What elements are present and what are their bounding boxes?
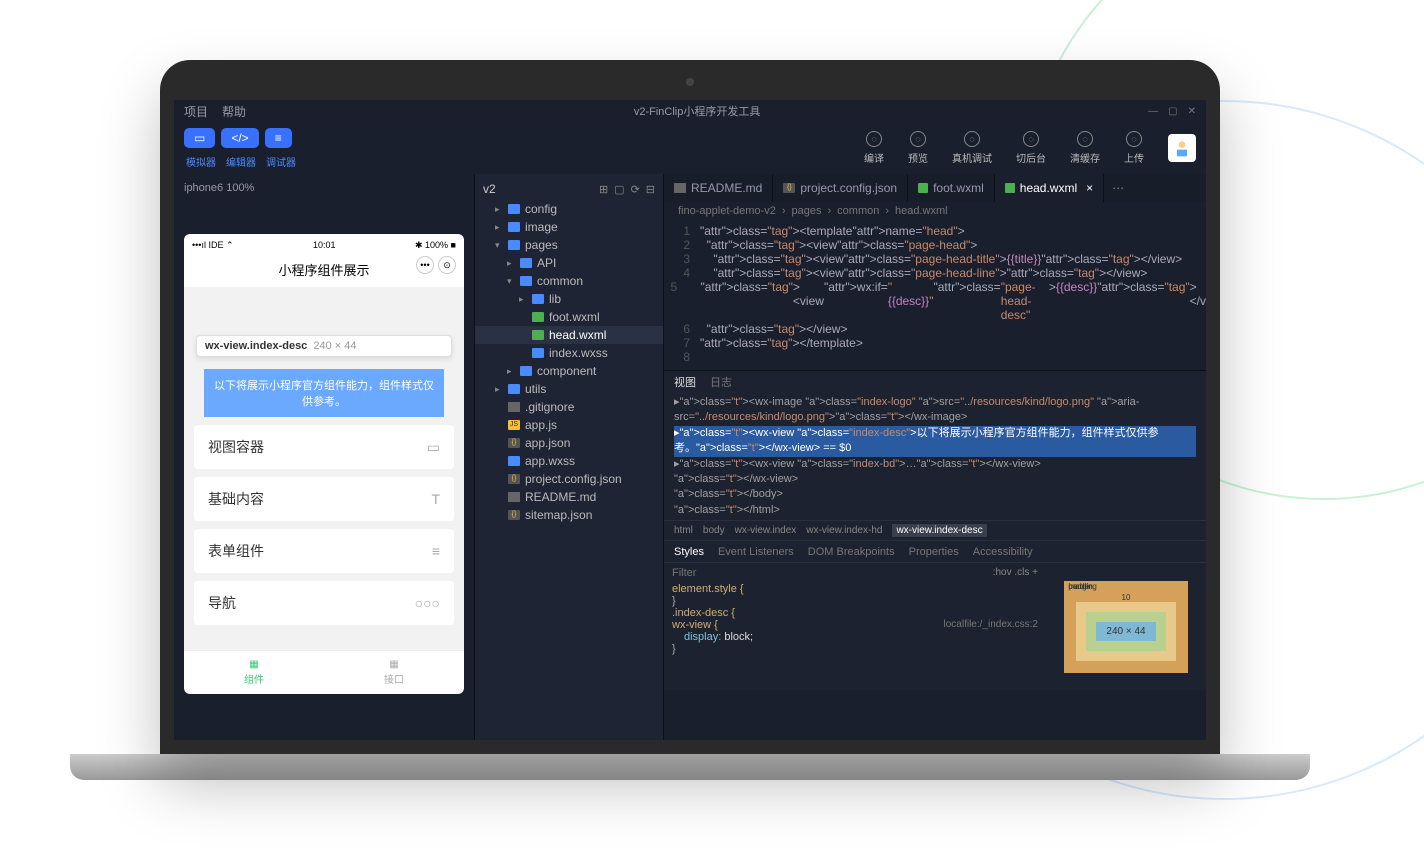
- styles-tab[interactable]: Properties: [909, 546, 959, 558]
- project-root[interactable]: v2: [483, 182, 496, 196]
- file-tree-item[interactable]: {}app.json: [475, 434, 663, 452]
- menu-help[interactable]: 帮助: [222, 103, 246, 120]
- window-title: v2-FinClip小程序开发工具: [260, 103, 1134, 119]
- minimize-icon[interactable]: —: [1148, 106, 1158, 117]
- capsule-menu-icon[interactable]: •••: [416, 256, 434, 274]
- editor-panel: README.md{}project.config.jsonfoot.wxmlh…: [664, 174, 1206, 740]
- file-tree-item[interactable]: ▸lib: [475, 290, 663, 308]
- simulator-device[interactable]: iphone6 100%: [184, 182, 464, 194]
- phone-statusbar: •••ıl IDE ⌃ 10:01 ✱ 100% ■: [184, 234, 464, 256]
- dom-node[interactable]: ▸"a">class="t"><wx-view "a">class="index…: [674, 457, 1196, 472]
- ide-window: 项目 帮助 v2-FinClip小程序开发工具 — ▢ ✕ ▭ </> ≡: [174, 100, 1206, 740]
- toolbar: ▭ </> ≡ 模拟器 编辑器 调试器 ◌编译◌预览◌真机调试◌切后台◌清缓存◌…: [174, 122, 1206, 174]
- refresh-icon[interactable]: ⟳: [631, 183, 640, 196]
- toolbar-upload-button[interactable]: ◌上传: [1124, 131, 1144, 165]
- file-tree-item[interactable]: ▸utils: [475, 380, 663, 398]
- devtools-panel: 视图 日志 ▸"a">class="t"><wx-image "a">class…: [664, 370, 1206, 690]
- file-tree-item[interactable]: ▾common: [475, 272, 663, 290]
- file-tree-item[interactable]: {}sitemap.json: [475, 506, 663, 524]
- menu-project[interactable]: 项目: [184, 103, 208, 120]
- toolbar-compile-button[interactable]: ◌编译: [864, 131, 884, 165]
- editor-breadcrumb[interactable]: fino-applet-demo-v2›pages›common›head.wx…: [664, 202, 1206, 220]
- capsule-close-icon[interactable]: ⊙: [438, 256, 456, 274]
- file-tree-item[interactable]: index.wxss: [475, 344, 663, 362]
- styles-filter-meta[interactable]: :hov .cls +: [993, 567, 1038, 579]
- collapse-icon[interactable]: ⊟: [646, 183, 655, 196]
- laptop-frame: 项目 帮助 v2-FinClip小程序开发工具 — ▢ ✕ ▭ </> ≡: [160, 60, 1220, 780]
- file-tree-item[interactable]: ▸API: [475, 254, 663, 272]
- list-item[interactable]: 视图容器▭: [194, 425, 454, 469]
- phone-tab[interactable]: ▦组件: [184, 651, 324, 694]
- label-editor: 编辑器: [224, 154, 258, 169]
- file-tree-item[interactable]: head.wxml: [475, 326, 663, 344]
- dom-node[interactable]: "a">class="t"></html>: [674, 503, 1196, 518]
- list-item[interactable]: 表单组件≡: [194, 529, 454, 573]
- box-model: margin 10 border padding 240 × 44: [1046, 563, 1206, 690]
- maximize-icon[interactable]: ▢: [1168, 106, 1177, 117]
- list-item[interactable]: 基础内容T: [194, 477, 454, 521]
- inspect-tooltip: wx-view.index-desc240 × 44: [196, 335, 452, 357]
- file-tree-item[interactable]: JSapp.js: [475, 416, 663, 434]
- file-tree-item[interactable]: app.wxss: [475, 452, 663, 470]
- tab-icon: ▦: [389, 659, 398, 670]
- toolbar-cache-button[interactable]: ◌清缓存: [1070, 131, 1100, 165]
- editor-tab[interactable]: README.md: [664, 174, 773, 202]
- cache-icon: ◌: [1077, 131, 1093, 147]
- tab-icon: ▦: [249, 659, 258, 670]
- styles-tab[interactable]: Styles: [674, 546, 704, 558]
- styles-tab[interactable]: Accessibility: [973, 546, 1033, 558]
- code-editor[interactable]: 1"attr">class="tag"><template "attr">nam…: [664, 220, 1206, 370]
- tab-close-icon[interactable]: ×: [1086, 181, 1093, 195]
- simulator-panel: iphone6 100% •••ıl IDE ⌃ 10:01 ✱ 100% ■ …: [174, 174, 474, 740]
- file-tree-item[interactable]: .gitignore: [475, 398, 663, 416]
- file-tree-item[interactable]: README.md: [475, 488, 663, 506]
- editor-tab[interactable]: {}project.config.json: [773, 174, 908, 202]
- file-tree-item[interactable]: ▾pages: [475, 236, 663, 254]
- styles-tab[interactable]: Event Listeners: [718, 546, 794, 558]
- dom-node[interactable]: "a">class="t"></body>: [674, 487, 1196, 502]
- toggle-editor-icon[interactable]: </>: [221, 128, 258, 148]
- file-explorer: v2 ⊞ ▢ ⟳ ⊟ ▸config▸image▾pages▸API▾commo…: [474, 174, 664, 740]
- new-file-icon[interactable]: ⊞: [599, 183, 608, 196]
- toolbar-back-button[interactable]: ◌切后台: [1016, 131, 1046, 165]
- toggle-debugger-icon[interactable]: ≡: [265, 128, 292, 148]
- styles-filter-input[interactable]: [672, 567, 993, 579]
- editor-tab[interactable]: foot.wxml: [908, 174, 995, 202]
- avatar[interactable]: [1168, 134, 1196, 162]
- toolbar-preview-button[interactable]: ◌预览: [908, 131, 928, 165]
- list-item[interactable]: 导航○○○: [194, 581, 454, 625]
- back-icon: ◌: [1023, 131, 1039, 147]
- phone-preview[interactable]: •••ıl IDE ⌃ 10:01 ✱ 100% ■ 小程序组件展示 ••• ⊙: [184, 234, 464, 694]
- dom-breadcrumb[interactable]: htmlbodywx-view.indexwx-view.index-hdwx-…: [664, 520, 1206, 540]
- upload-icon: ◌: [1126, 131, 1142, 147]
- dom-node[interactable]: "a">class="t"></wx-view>: [674, 472, 1196, 487]
- compile-icon: ◌: [866, 131, 882, 147]
- menubar: 项目 帮助 v2-FinClip小程序开发工具 — ▢ ✕: [174, 100, 1206, 122]
- file-tree-item[interactable]: ▸component: [475, 362, 663, 380]
- phone-tab[interactable]: ▦接口: [324, 651, 464, 694]
- dom-tree[interactable]: ▸"a">class="t"><wx-image "a">class="inde…: [664, 393, 1206, 520]
- toolbar-remote-button[interactable]: ◌真机调试: [952, 131, 992, 165]
- phone-title: 小程序组件展示 ••• ⊙: [184, 256, 464, 287]
- remote-icon: ◌: [964, 131, 980, 147]
- devtools-tab-console[interactable]: 日志: [710, 374, 732, 390]
- devtools-tab-elements[interactable]: 视图: [674, 374, 696, 390]
- file-tree-item[interactable]: {}project.config.json: [475, 470, 663, 488]
- new-folder-icon[interactable]: ▢: [614, 183, 624, 196]
- dom-node[interactable]: ▸"a">class="t"><wx-view "a">class="index…: [674, 426, 1196, 457]
- file-tree-item[interactable]: ▸config: [475, 200, 663, 218]
- styles-tab[interactable]: DOM Breakpoints: [808, 546, 895, 558]
- dom-node[interactable]: ▸"a">class="t"><wx-image "a">class="inde…: [674, 395, 1196, 426]
- file-tree-item[interactable]: foot.wxml: [475, 308, 663, 326]
- tab-overflow-icon[interactable]: ⋯: [1104, 174, 1132, 202]
- label-simulator: 模拟器: [184, 154, 218, 169]
- styles-pane[interactable]: :hov .cls + element.style {}.index-desc …: [664, 563, 1046, 690]
- selected-element-overlay: 以下将展示小程序官方组件能力，组件样式仅供参考。: [204, 369, 444, 417]
- close-icon[interactable]: ✕: [1188, 106, 1196, 117]
- editor-tab[interactable]: head.wxml×: [995, 174, 1104, 202]
- file-tree-item[interactable]: ▸image: [475, 218, 663, 236]
- label-debugger: 调试器: [264, 154, 298, 169]
- toggle-simulator-icon[interactable]: ▭: [184, 128, 215, 148]
- preview-icon: ◌: [910, 131, 926, 147]
